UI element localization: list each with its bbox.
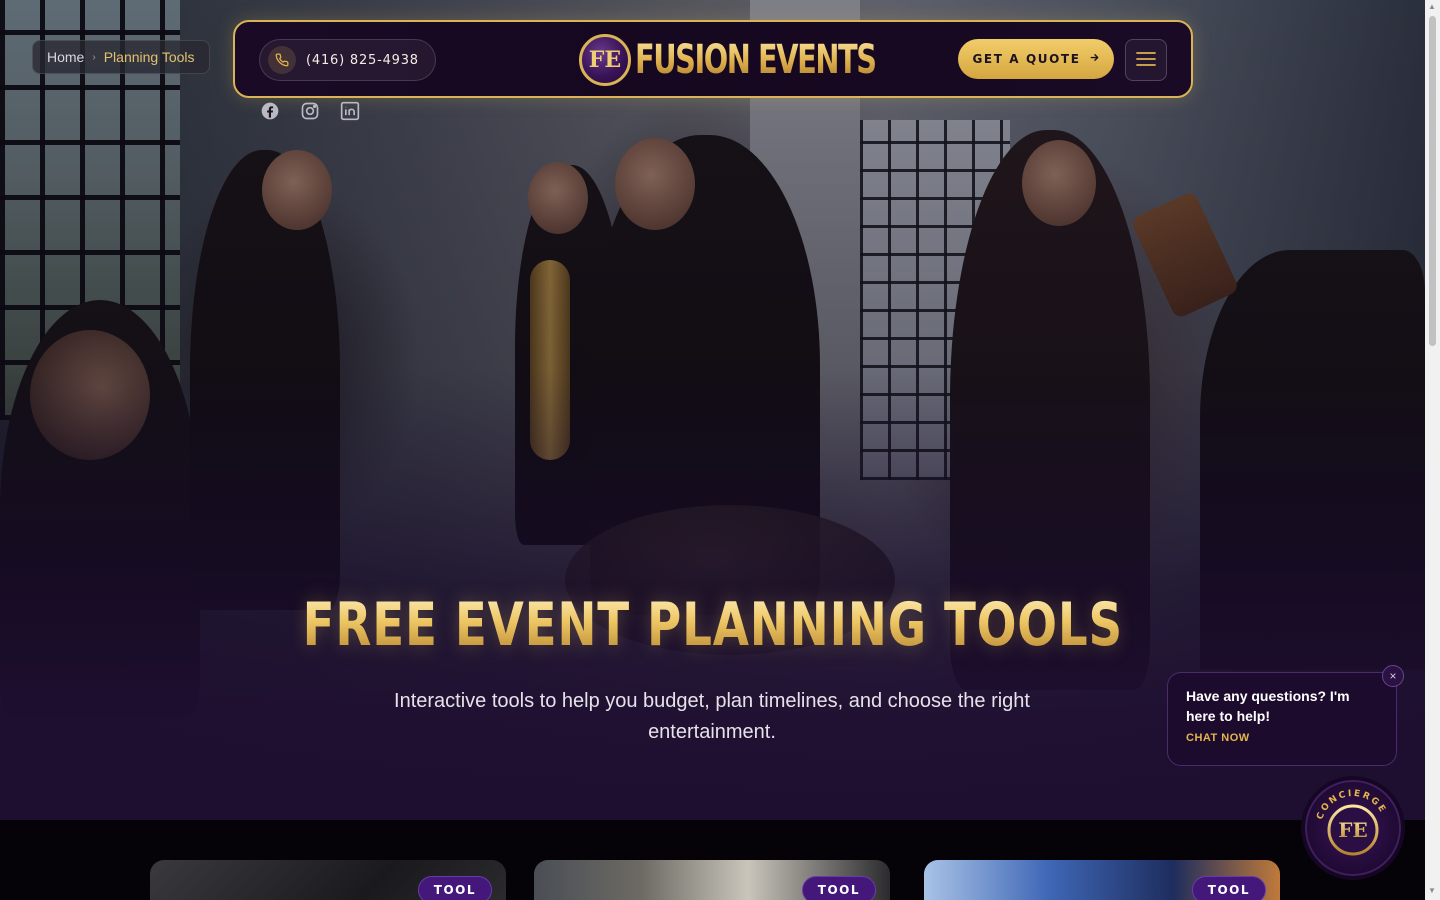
hamburger-menu-button[interactable] (1125, 39, 1167, 81)
get-a-quote-label: GET A QUOTE (972, 52, 1081, 66)
chat-close-button[interactable]: × (1382, 665, 1404, 687)
phone-number: (416) 825-4938 (306, 52, 419, 68)
site-header: (416) 825-4938 FE FUSION EVENTS GET A QU… (233, 20, 1193, 98)
breadcrumb-home-link[interactable]: Home (47, 49, 84, 65)
tool-badge: TOOL (1191, 876, 1266, 900)
scroll-up-icon[interactable]: ▲ (1428, 2, 1436, 11)
tool-card[interactable]: TOOL (534, 860, 890, 900)
concierge-chat-button[interactable]: CONCIERGE FE (1305, 780, 1401, 876)
site-logo[interactable]: FE FUSION EVENTS (579, 32, 969, 88)
logo-wordmark: FUSION EVENTS (635, 37, 877, 83)
scrollbar-thumb[interactable] (1429, 16, 1436, 346)
concierge-logo-mark: FE (1338, 818, 1367, 842)
hamburger-menu-icon (1136, 51, 1156, 70)
page-scrollbar[interactable]: ▲ ▼ (1425, 0, 1440, 900)
scroll-down-icon[interactable]: ▼ (1428, 886, 1436, 895)
concierge-badge-icon: CONCIERGE FE (1315, 789, 1386, 856)
instagram-icon[interactable] (300, 101, 320, 121)
breadcrumb: Home › Planning Tools (32, 40, 210, 74)
breadcrumb-separator-icon: › (92, 51, 96, 63)
logo-mark: FE (579, 34, 631, 86)
arrow-right-icon (1089, 52, 1100, 66)
page-subtitle: Interactive tools to help you budget, pl… (394, 690, 1030, 743)
linkedin-icon[interactable] (340, 101, 360, 121)
tool-card[interactable]: TOOL (924, 860, 1280, 900)
chat-message: Have any questions? I'm here to help! (1186, 688, 1350, 724)
page-title: FREE EVENT PLANNING TOOLS (0, 590, 1425, 660)
social-links (260, 101, 360, 121)
phone-icon (268, 46, 296, 74)
page-title-text: FREE EVENT PLANNING TOOLS (302, 590, 1123, 660)
tool-badge: TOOL (801, 876, 876, 900)
tool-card[interactable]: TOOL (150, 860, 506, 900)
phone-link[interactable]: (416) 825-4938 (259, 39, 436, 81)
chat-popup: Have any questions? I'm here to help! CH… (1167, 672, 1397, 766)
chat-now-link[interactable]: CHAT NOW (1186, 732, 1378, 744)
facebook-icon[interactable] (260, 101, 280, 121)
get-a-quote-button[interactable]: GET A QUOTE (958, 39, 1114, 79)
tool-badge: TOOL (417, 876, 492, 900)
breadcrumb-current: Planning Tools (103, 49, 195, 65)
